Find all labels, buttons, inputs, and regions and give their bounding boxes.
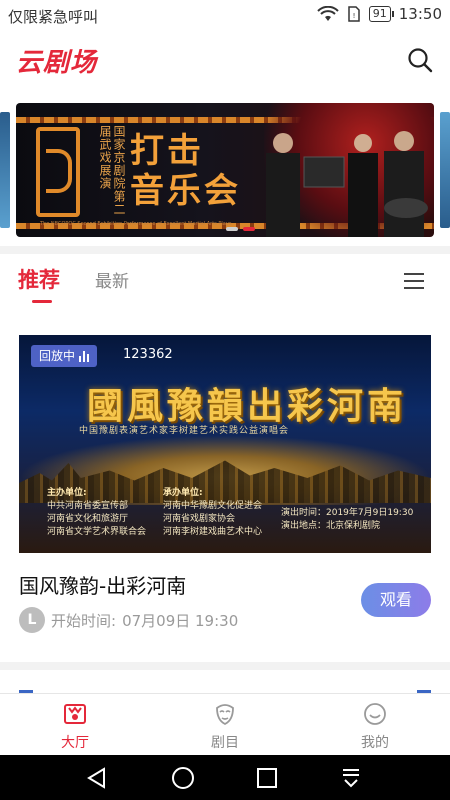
equalizer-icon (79, 350, 90, 362)
host-item: 河南省文学艺术界联合会 (47, 527, 147, 537)
view-count: 123362 (123, 347, 173, 362)
organizer-item: 河南中华豫剧文化促进会 (163, 501, 263, 511)
show-time: 演出时间：2019年7月9日19:30 (281, 508, 414, 518)
carrier-text: 仅限紧急呼叫 (8, 8, 99, 26)
host-item: 河南省文化和旅游厅 (47, 514, 129, 524)
organizer-item: 河南省戏剧家协会 (163, 514, 236, 524)
nav-shows-label: 剧目 (211, 735, 239, 751)
status-bar: 仅限紧急呼叫 ! 91 13:50 (0, 0, 450, 32)
nav-mine[interactable]: 我的 (325, 702, 425, 752)
tab-latest[interactable]: 最新 (95, 267, 129, 292)
start-time-label: 开始时间: (51, 611, 117, 630)
organizer-item: 河南李树建戏曲艺术中心 (163, 527, 263, 537)
home-icon[interactable] (170, 765, 196, 791)
status-icons: ! 91 13:50 (317, 5, 442, 23)
smile-face-icon (364, 703, 386, 725)
nav-hall-label: 大厅 (61, 735, 89, 751)
start-time-value: 07月09日 19:30 (122, 611, 239, 630)
system-navigation-bar (0, 755, 450, 800)
recent-apps-icon[interactable] (254, 765, 280, 791)
poster-title: 國風豫韻出彩河南 (87, 385, 408, 427)
banner-title-line2: 音乐会 (130, 171, 241, 211)
nav-hall[interactable]: 大厅 (25, 702, 125, 752)
organizer-credits: 承办单位: 河南中华豫剧文化促进会 河南省戏剧家协会 河南李树建戏曲艺术中心 (163, 487, 262, 539)
bottom-navigation: 大厅 剧目 我的 (0, 693, 450, 756)
prev-banner-peek[interactable] (0, 112, 10, 228)
next-banner-peek[interactable] (440, 112, 450, 228)
opera-mask-icon (216, 704, 234, 726)
show-info: 演出时间：2019年7月9日19:30 演出地点：北京保利剧院 (281, 507, 413, 533)
app-logo: 云剧场 (16, 48, 98, 78)
theater-icon (64, 704, 86, 724)
banner-title: 打击 音乐会 (130, 131, 241, 211)
organizer-heading: 承办单位: (163, 488, 203, 498)
section-divider (0, 246, 450, 254)
show-poster[interactable]: 國風豫韻出彩河南 中国豫剧表演艺术家李树建艺术实践公益演唱会 回放中 12336… (19, 335, 431, 553)
show-title[interactable]: 国风豫韵-出彩河南 (19, 570, 186, 599)
content-tabs: 推荐 最新 (0, 255, 450, 307)
nav-mine-label: 我的 (361, 735, 389, 751)
poster-subtitle: 中国豫剧表演艺术家李树建艺术实践公益演唱会 (79, 426, 290, 436)
svg-text:!: ! (352, 12, 355, 20)
sim-icon: ! (348, 6, 360, 22)
clock: 13:50 (398, 5, 442, 23)
banner-carousel[interactable]: 国家京剧院第二届武戏展演 The NBCOPOC Second Exhibiti… (0, 100, 450, 240)
host-credits: 主办单位: 中共河南省委宣传部 河南省文化和旅游厅 河南省文学艺术界联合会 (47, 487, 146, 539)
show-venue: 演出地点：北京保利剧院 (281, 521, 381, 531)
wifi-icon (317, 6, 339, 21)
carousel-dot[interactable] (226, 227, 238, 231)
app-header: 云剧场 (0, 32, 450, 88)
replay-badge: 回放中 (31, 345, 98, 367)
tab-recommended[interactable]: 推荐 (18, 264, 60, 303)
carousel-indicator (226, 227, 255, 231)
host-item: 中共河南省委宣传部 (47, 501, 129, 511)
carousel-dot-active[interactable] (243, 227, 255, 231)
back-icon[interactable] (84, 765, 110, 791)
nav-shows[interactable]: 剧目 (175, 702, 275, 752)
notification-pull-icon[interactable] (338, 765, 364, 791)
battery-indicator: 91 (368, 6, 394, 22)
clock-icon: L (19, 607, 45, 633)
start-time-row: L 开始时间: 07月09日 19:30 (19, 607, 238, 633)
search-icon[interactable] (406, 46, 434, 74)
banner-slide[interactable]: 国家京剧院第二届武戏展演 The NBCOPOC Second Exhibiti… (16, 103, 434, 237)
festival-title: 国家京剧院第二届武戏展演 (98, 125, 126, 216)
section-divider (0, 662, 450, 670)
musicians-image (266, 131, 428, 237)
host-heading: 主办单位: (47, 488, 87, 498)
watch-button[interactable]: 观看 (361, 583, 431, 617)
menu-icon[interactable] (404, 273, 424, 289)
replay-label: 回放中 (39, 349, 76, 363)
festival-logo (36, 127, 80, 217)
festival-english: The NBCOPOC Second Exhibition Performanc… (40, 221, 232, 227)
banner-title-line1: 打击 (130, 131, 204, 171)
